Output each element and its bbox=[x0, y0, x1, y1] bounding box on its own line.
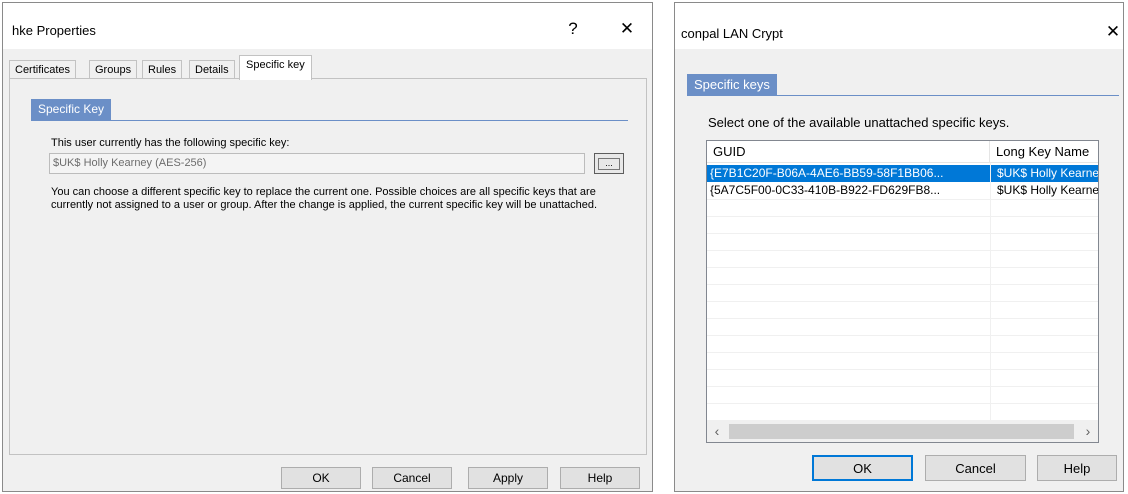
title-bar: hke Properties ? ✕ bbox=[3, 3, 652, 49]
title-bar: conpal LAN Crypt ✕ bbox=[675, 3, 1123, 49]
group-header-specific-keys: Specific keys bbox=[687, 74, 777, 95]
close-icon[interactable]: ✕ bbox=[612, 17, 642, 41]
instruction-text: Select one of the available unattached s… bbox=[708, 115, 1010, 130]
help-button[interactable]: Help bbox=[560, 467, 640, 489]
tab-panel: Specific Key This user currently has the… bbox=[9, 78, 647, 455]
help-icon[interactable]: ? bbox=[558, 17, 588, 41]
current-key-field: $UK$ Holly Kearney (AES-256) bbox=[49, 153, 585, 174]
tab-certificates[interactable]: Certificates bbox=[9, 60, 77, 79]
description-text: You can choose a different specific key … bbox=[51, 186, 598, 211]
column-header-guid[interactable]: GUID bbox=[707, 141, 990, 163]
row-gridline bbox=[707, 199, 1098, 200]
group-divider bbox=[31, 120, 628, 121]
row-gridline bbox=[707, 352, 1098, 353]
window-title: conpal LAN Crypt bbox=[681, 26, 783, 41]
specific-keys-list[interactable]: GUID Long Key Name {E7B1C20F-B06A-4AE6-B… bbox=[706, 140, 1099, 443]
scrollbar-thumb[interactable] bbox=[729, 424, 1074, 439]
key-name-cell: $UK$ Holly Kearney bbox=[997, 183, 1098, 197]
ellipsis-icon: ... bbox=[598, 157, 620, 170]
row-gridline bbox=[707, 403, 1098, 404]
tab-strip: Certificates Groups Rules Details Specif… bbox=[9, 55, 649, 80]
apply-button[interactable]: Apply bbox=[468, 467, 548, 489]
help-button[interactable]: Help bbox=[1037, 455, 1117, 481]
tab-groups[interactable]: Groups bbox=[89, 60, 138, 79]
browse-key-button[interactable]: ... bbox=[594, 153, 624, 174]
column-header-long-key-name[interactable]: Long Key Name bbox=[990, 141, 1098, 163]
properties-dialog: hke Properties ? ✕ Certificates Groups R… bbox=[2, 2, 653, 492]
window-title: hke Properties bbox=[12, 23, 96, 38]
ok-button[interactable]: OK bbox=[281, 467, 361, 489]
current-key-label: This user currently has the following sp… bbox=[51, 137, 290, 149]
group-header-specific-key: Specific Key bbox=[31, 99, 112, 120]
cancel-button[interactable]: Cancel bbox=[925, 455, 1026, 481]
guid-cell: {5A7C5F00-0C33-410B-B922-FD629FB8... bbox=[710, 183, 941, 197]
list-item[interactable]: {E7B1C20F-B06A-4AE6-BB59-58F1BB06... $UK… bbox=[707, 165, 1098, 182]
row-gridline bbox=[707, 216, 1098, 217]
row-gridline bbox=[707, 301, 1098, 302]
scroll-left-icon[interactable]: ‹ bbox=[709, 423, 725, 440]
list-item[interactable]: {5A7C5F00-0C33-410B-B922-FD629FB8... $UK… bbox=[707, 182, 1098, 199]
close-icon[interactable]: ✕ bbox=[1098, 20, 1128, 44]
ok-button[interactable]: OK bbox=[812, 455, 913, 481]
row-gridline bbox=[707, 250, 1098, 251]
row-gridline bbox=[707, 386, 1098, 387]
row-gridline bbox=[707, 267, 1098, 268]
row-gridline bbox=[707, 233, 1098, 234]
column-divider bbox=[990, 163, 991, 421]
guid-cell: {E7B1C20F-B06A-4AE6-BB59-58F1BB06... bbox=[710, 166, 944, 180]
tab-rules[interactable]: Rules bbox=[142, 60, 183, 79]
horizontal-scrollbar[interactable]: ‹ › bbox=[707, 420, 1098, 442]
key-name-cell: $UK$ Holly Kearney bbox=[997, 166, 1098, 180]
tab-specific-key[interactable]: Specific key bbox=[239, 55, 312, 80]
group-divider bbox=[687, 95, 1119, 96]
row-gridline bbox=[707, 335, 1098, 336]
row-gridline bbox=[707, 318, 1098, 319]
scroll-right-icon[interactable]: › bbox=[1080, 423, 1096, 440]
cancel-button[interactable]: Cancel bbox=[372, 467, 452, 489]
row-gridline bbox=[707, 284, 1098, 285]
tab-details[interactable]: Details bbox=[189, 60, 235, 79]
row-gridline bbox=[707, 369, 1098, 370]
